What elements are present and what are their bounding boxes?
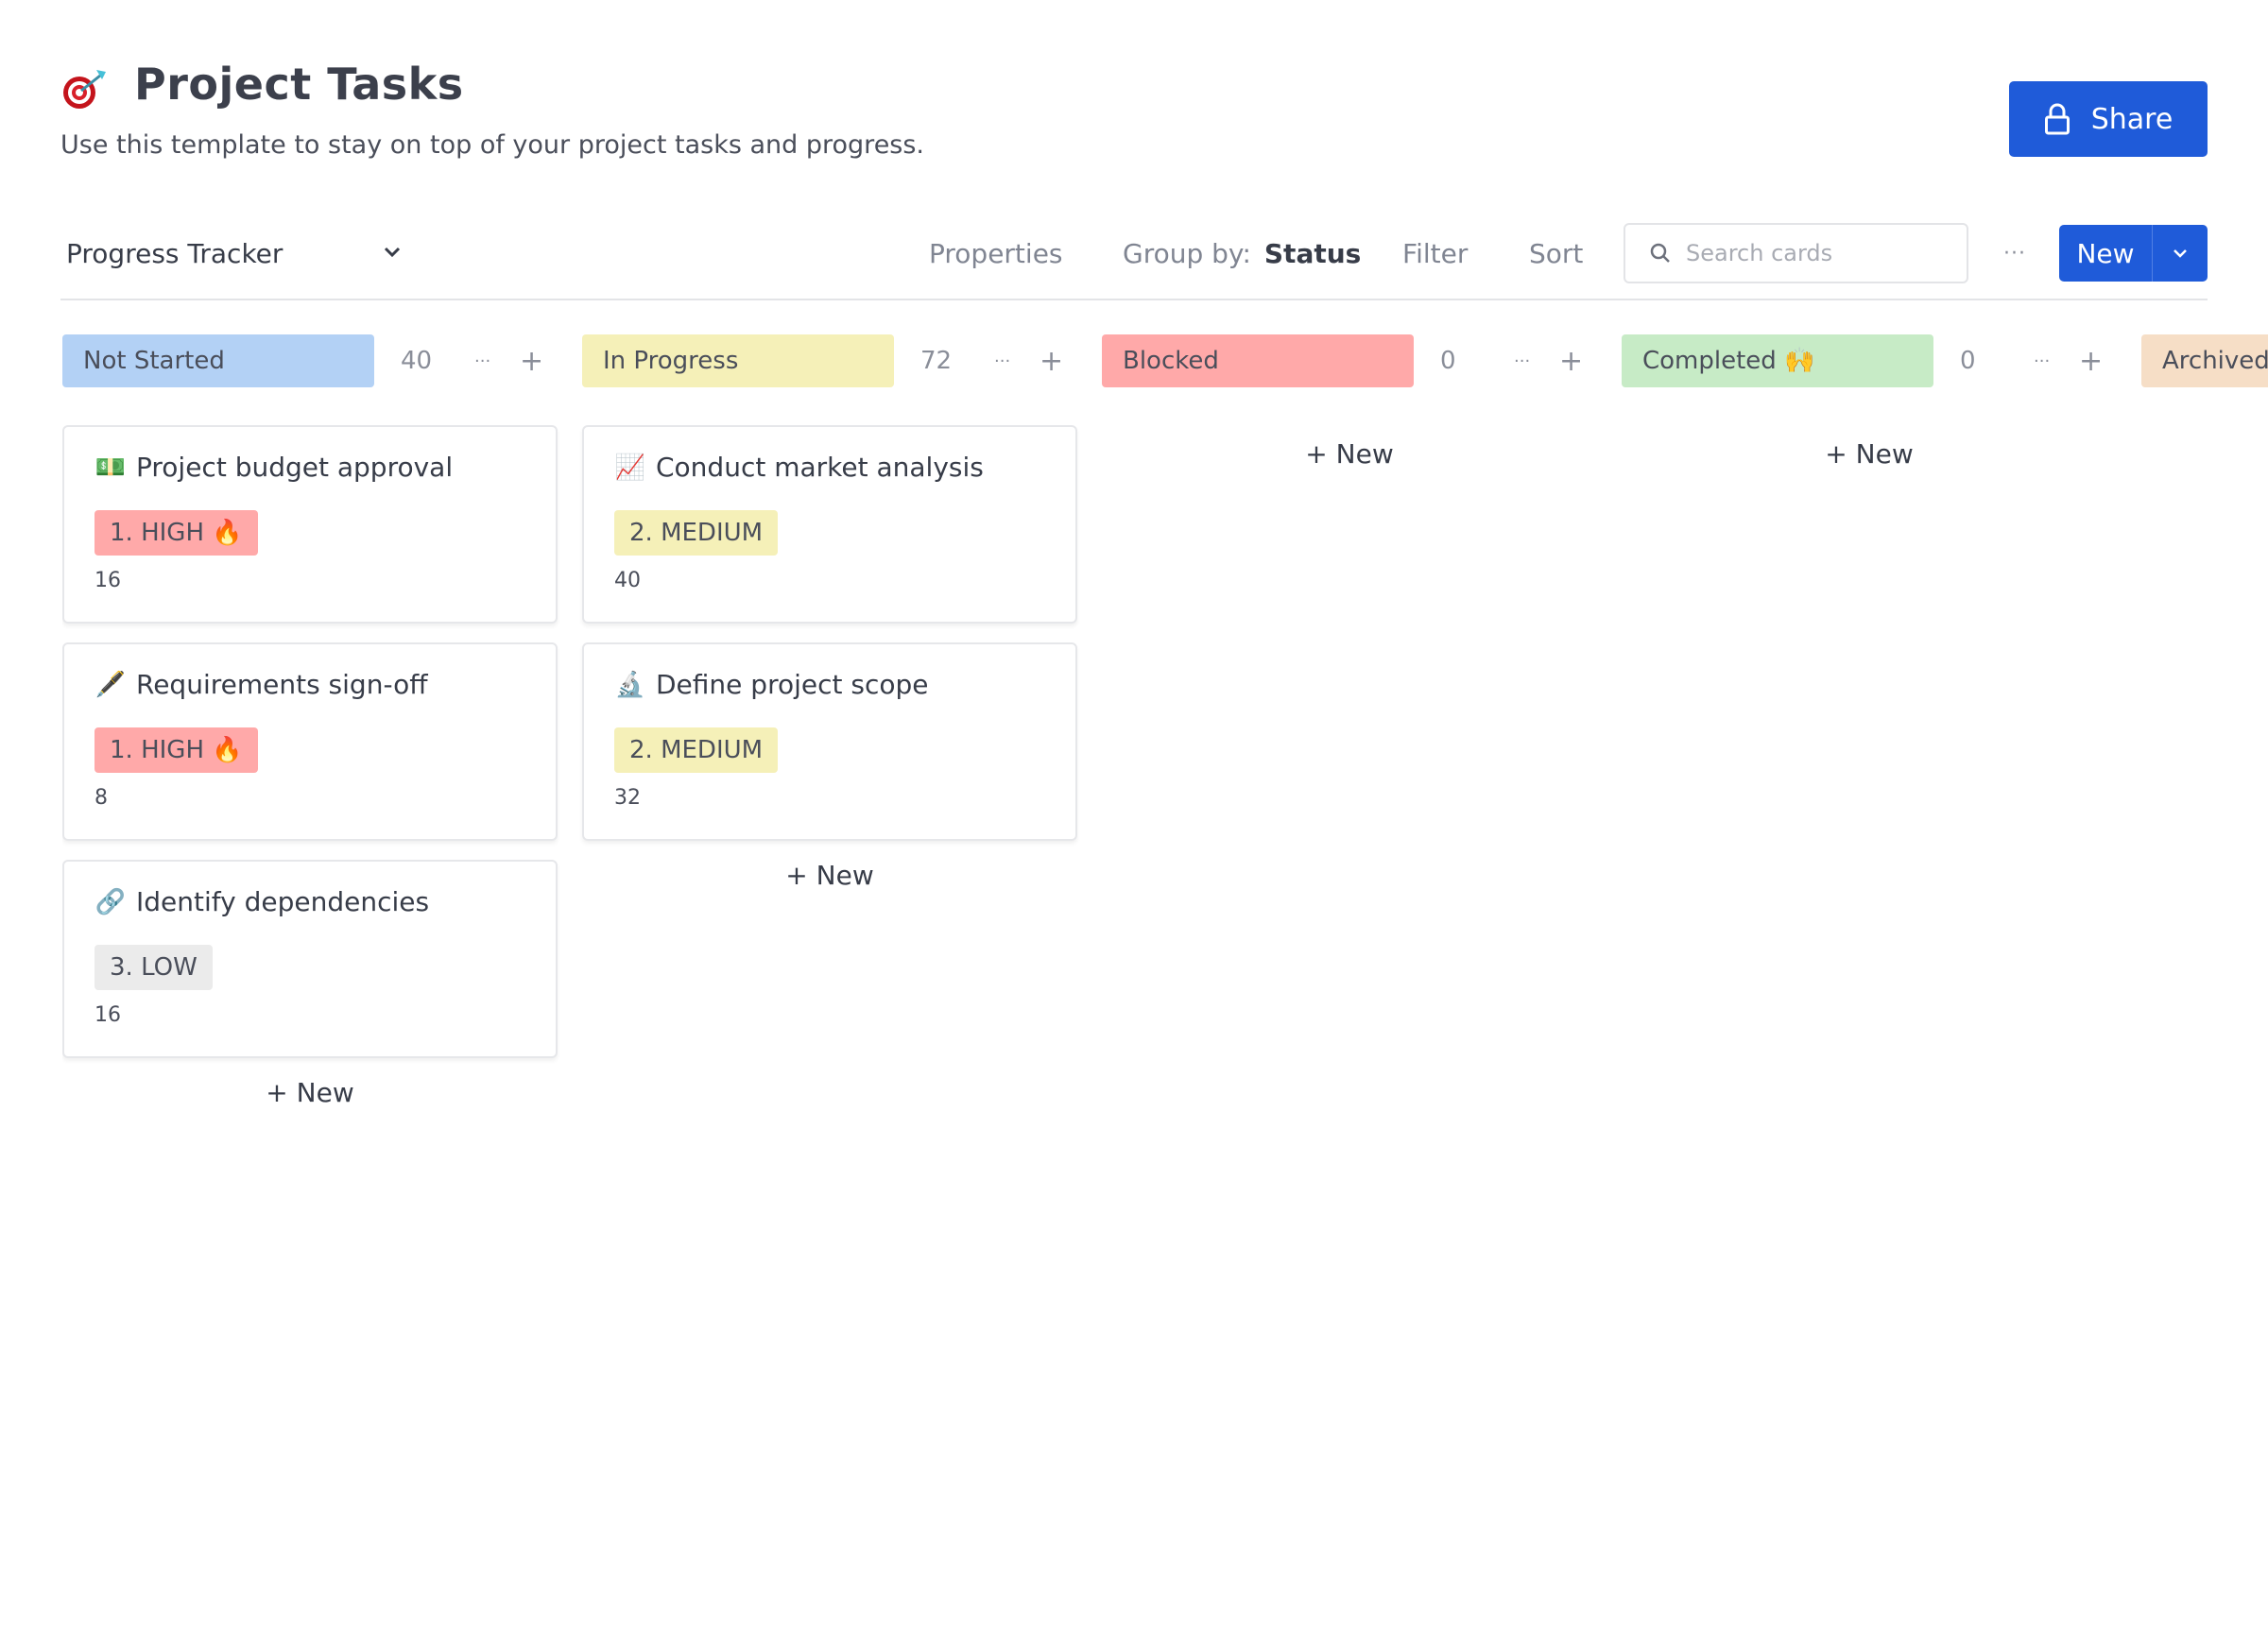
card-title-text: Define project scope	[656, 669, 929, 700]
priority-badge: 1. HIGH 🔥	[94, 510, 258, 556]
task-card[interactable]: 💵 Project budget approval 1. HIGH 🔥 16	[62, 425, 558, 624]
card-value: 40	[614, 569, 641, 592]
more-options-button[interactable]: ···	[2003, 223, 2026, 283]
add-card-button[interactable]: + New	[1622, 438, 2117, 470]
new-label: New	[2076, 237, 2135, 269]
view-name: Progress Tracker	[66, 237, 284, 269]
board-toolbar: Progress Tracker Properties Group by: St…	[60, 223, 2208, 283]
priority-badge: 1. HIGH 🔥	[94, 727, 258, 773]
column-label[interactable]: Not Started	[62, 334, 374, 387]
add-card-button[interactable]: + New	[1102, 438, 1597, 470]
column-archived: Archived	[2141, 334, 2268, 387]
toolbar-divider	[60, 299, 2208, 300]
card-list: + New	[1622, 438, 2117, 470]
column-header: In Progress 72 ··· +	[582, 334, 1083, 387]
column-count: 0	[1440, 347, 1456, 375]
column-not-started: Not Started 40 ··· + 💵 Project budget ap…	[62, 334, 563, 1108]
new-button-group: New	[2059, 225, 2208, 282]
column-add-icon[interactable]: +	[1040, 334, 1063, 387]
title-icon	[60, 66, 110, 110]
card-value: 16	[94, 569, 121, 592]
search-input[interactable]	[1686, 240, 1950, 266]
card-title: 📈 Conduct market analysis	[614, 452, 984, 483]
column-label[interactable]: Blocked	[1102, 334, 1414, 387]
column-in-progress: In Progress 72 ··· + 📈 Conduct market an…	[582, 334, 1083, 891]
task-card[interactable]: 📈 Conduct market analysis 2. MEDIUM 40	[582, 425, 1077, 624]
card-list: + New	[1102, 438, 1597, 470]
chevron-down-icon	[2174, 249, 2187, 258]
card-title: 🖋️ Requirements sign-off	[94, 669, 428, 700]
column-add-icon[interactable]: +	[2079, 334, 2103, 387]
card-value: 32	[614, 786, 641, 810]
card-title: 🔬 Define project scope	[614, 669, 929, 700]
search-icon	[1650, 243, 1670, 263]
column-more-icon[interactable]: ···	[994, 334, 1010, 387]
column-count: 72	[920, 347, 953, 375]
card-title-text: Identify dependencies	[136, 886, 430, 917]
column-header: Blocked 0 ··· +	[1102, 334, 1603, 387]
group-by-label: Group by:	[1123, 237, 1251, 269]
new-dropdown-button[interactable]	[2153, 225, 2208, 282]
column-blocked: Blocked 0 ··· + + New	[1102, 334, 1603, 470]
priority-badge: 3. LOW	[94, 945, 213, 990]
column-header: Not Started 40 ··· +	[62, 334, 563, 387]
task-card[interactable]: 🖋️ Requirements sign-off 1. HIGH 🔥 8	[62, 642, 558, 841]
column-header: Archived	[2141, 334, 2268, 387]
column-count: 0	[1960, 347, 1976, 375]
view-selector[interactable]: Progress Tracker	[66, 223, 283, 283]
column-label[interactable]: Archived	[2141, 334, 2268, 387]
card-list: 💵 Project budget approval 1. HIGH 🔥 16 🖋…	[62, 425, 558, 1108]
card-title: 💵 Project budget approval	[94, 452, 453, 483]
card-title-text: Conduct market analysis	[656, 452, 984, 483]
column-more-icon[interactable]: ···	[1514, 334, 1530, 387]
card-list: 📈 Conduct market analysis 2. MEDIUM 40 🔬…	[582, 425, 1077, 891]
card-title: 🔗 Identify dependencies	[94, 886, 429, 917]
column-more-icon[interactable]: ···	[474, 334, 490, 387]
more-options-icon: ···	[2003, 241, 2026, 265]
filter-label: Filter	[1402, 237, 1469, 269]
card-title-text: Project budget approval	[136, 452, 454, 483]
microscope-icon: 🔬	[614, 670, 646, 699]
search-box	[1624, 223, 1968, 283]
column-label[interactable]: Completed 🙌	[1622, 334, 1933, 387]
priority-badge: 2. MEDIUM	[614, 510, 779, 556]
kanban-board: Not Started 40 ··· + 💵 Project budget ap…	[62, 334, 2268, 1625]
group-by-value: Status	[1263, 237, 1362, 269]
column-label[interactable]: In Progress	[582, 334, 894, 387]
share-button[interactable]: Share	[2009, 81, 2208, 157]
task-card[interactable]: 🔗 Identify dependencies 3. LOW 16	[62, 860, 558, 1058]
group-by-button[interactable]: Group by: Status	[1123, 223, 1361, 283]
share-label: Share	[2090, 102, 2174, 136]
add-card-button[interactable]: + New	[62, 1077, 558, 1108]
pen-icon: 🖋️	[94, 670, 127, 699]
chevron-down-icon[interactable]	[382, 242, 403, 263]
money-icon: 💵	[94, 453, 127, 482]
add-card-button[interactable]: + New	[582, 860, 1077, 891]
page-subtitle: Use this template to stay on top of your…	[60, 130, 925, 160]
column-more-icon[interactable]: ···	[2034, 334, 2050, 387]
sort-label: Sort	[1529, 237, 1584, 269]
properties-label: Properties	[929, 237, 1063, 269]
properties-button[interactable]: Properties	[929, 223, 1063, 283]
column-header: Completed 🙌 0 ··· +	[1622, 334, 2122, 387]
card-value: 16	[94, 1003, 121, 1027]
priority-badge: 2. MEDIUM	[614, 727, 779, 773]
card-title-text: Requirements sign-off	[136, 669, 428, 700]
link-icon: 🔗	[94, 887, 127, 916]
column-count: 40	[401, 347, 433, 375]
filter-button[interactable]: Filter	[1402, 223, 1468, 283]
page-title: Project Tasks	[134, 59, 464, 110]
task-card[interactable]: 🔬 Define project scope 2. MEDIUM 32	[582, 642, 1077, 841]
column-add-icon[interactable]: +	[520, 334, 543, 387]
chart-increasing-icon: 📈	[614, 453, 646, 482]
column-add-icon[interactable]: +	[1559, 334, 1583, 387]
target-icon	[63, 70, 106, 109]
card-value: 8	[94, 786, 108, 810]
lock-icon	[2044, 103, 2070, 135]
column-completed: Completed 🙌 0 ··· + + New	[1622, 334, 2122, 470]
sort-button[interactable]: Sort	[1529, 223, 1583, 283]
new-button[interactable]: New	[2059, 225, 2153, 282]
